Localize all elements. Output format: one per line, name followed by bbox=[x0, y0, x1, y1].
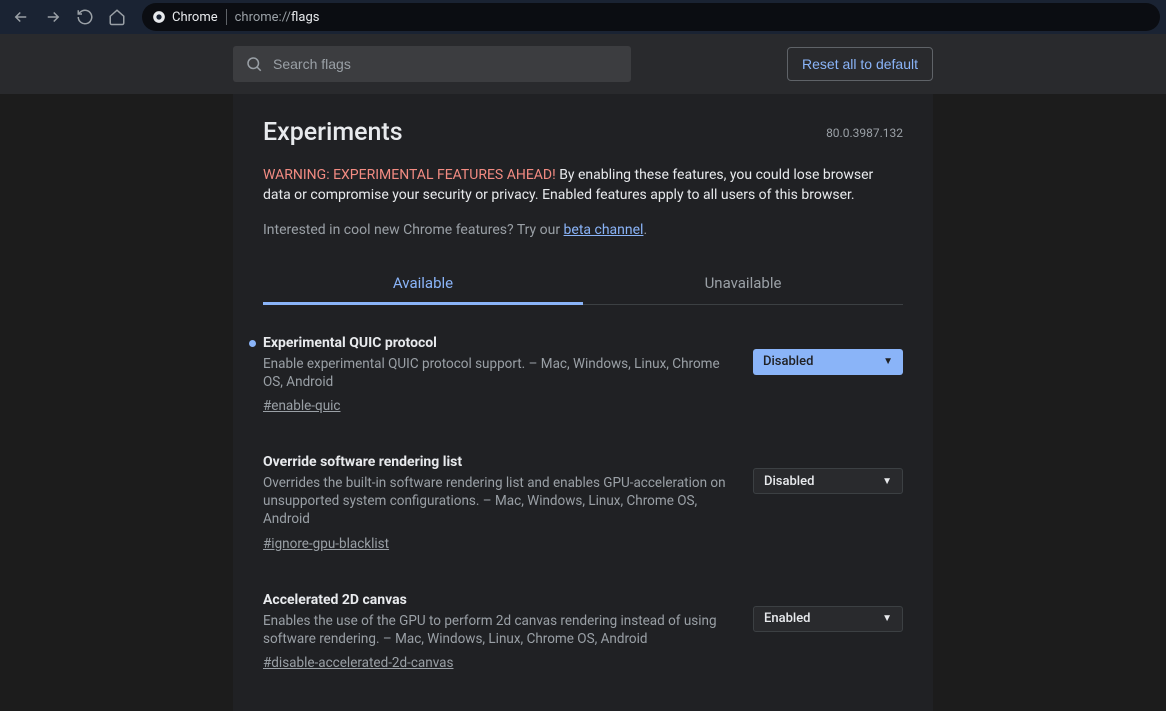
flag-state-label: Enabled bbox=[764, 611, 811, 626]
url-scheme: chrome:// bbox=[235, 10, 291, 25]
home-button[interactable] bbox=[102, 2, 132, 32]
flag-title: Override software rendering list bbox=[263, 454, 733, 470]
forward-button[interactable] bbox=[38, 2, 68, 32]
flag-permalink[interactable]: #disable-accelerated-2d-canvas bbox=[263, 655, 453, 671]
flag-title: Accelerated 2D canvas bbox=[263, 592, 733, 608]
flag-title: Experimental QUIC protocol bbox=[263, 335, 733, 351]
tabs: Available Unavailable bbox=[263, 264, 903, 305]
flag-description: Enables the use of the GPU to perform 2d… bbox=[263, 612, 733, 648]
site-identity: Chrome bbox=[152, 10, 218, 25]
back-button[interactable] bbox=[6, 2, 36, 32]
reload-icon bbox=[76, 8, 94, 26]
interested-prefix: Interested in cool new Chrome features? … bbox=[263, 222, 564, 238]
experiments-page: Experiments 80.0.3987.132 WARNING: EXPER… bbox=[233, 94, 933, 711]
flag-state-select[interactable]: Disabled ▼ bbox=[753, 468, 903, 494]
flags-header: Reset all to default bbox=[0, 34, 1166, 94]
chevron-down-icon: ▼ bbox=[882, 476, 892, 487]
flag-state-select[interactable]: Enabled ▼ bbox=[753, 606, 903, 632]
flag-permalink[interactable]: #enable-quic bbox=[263, 398, 341, 414]
url-path: flags bbox=[291, 10, 319, 25]
search-icon bbox=[245, 55, 263, 73]
omnibox-separator bbox=[226, 9, 227, 25]
tab-available[interactable]: Available bbox=[263, 264, 583, 304]
chevron-down-icon: ▼ bbox=[882, 613, 892, 624]
modified-indicator-icon bbox=[249, 340, 256, 347]
search-flags-field[interactable] bbox=[233, 46, 631, 82]
site-identity-label: Chrome bbox=[172, 10, 218, 25]
address-bar[interactable]: Chrome chrome://flags bbox=[142, 3, 1160, 31]
beta-channel-text: Interested in cool new Chrome features? … bbox=[263, 222, 903, 238]
flag-state-label: Disabled bbox=[764, 474, 814, 489]
flag-permalink[interactable]: #ignore-gpu-blacklist bbox=[263, 536, 389, 552]
beta-channel-link[interactable]: beta channel bbox=[564, 222, 644, 238]
flag-row: Accelerated 2D canvas Enables the use of… bbox=[263, 592, 903, 671]
arrow-right-icon bbox=[44, 8, 62, 26]
interested-suffix: . bbox=[643, 222, 647, 238]
search-input[interactable] bbox=[273, 56, 619, 72]
page-title: Experiments bbox=[263, 118, 403, 147]
flag-state-select[interactable]: Disabled ▼ bbox=[753, 349, 903, 375]
chrome-icon bbox=[152, 10, 166, 24]
content-area: Experiments 80.0.3987.132 WARNING: EXPER… bbox=[0, 94, 1166, 711]
reset-all-button[interactable]: Reset all to default bbox=[787, 47, 933, 81]
tab-unavailable[interactable]: Unavailable bbox=[583, 264, 903, 304]
flag-row: Experimental QUIC protocol Enable experi… bbox=[263, 335, 903, 414]
browser-toolbar: Chrome chrome://flags bbox=[0, 0, 1166, 34]
home-icon bbox=[108, 8, 126, 26]
reload-button[interactable] bbox=[70, 2, 100, 32]
url-display: chrome://flags bbox=[235, 10, 320, 25]
arrow-left-icon bbox=[12, 8, 30, 26]
flag-description: Enable experimental QUIC protocol suppor… bbox=[263, 355, 733, 391]
chrome-version: 80.0.3987.132 bbox=[826, 126, 903, 140]
flag-row: Override software rendering list Overrid… bbox=[263, 454, 903, 552]
warning-text: WARNING: EXPERIMENTAL FEATURES AHEAD! By… bbox=[263, 165, 903, 206]
flag-description: Overrides the built-in software renderin… bbox=[263, 474, 733, 529]
warning-prefix: WARNING: EXPERIMENTAL FEATURES AHEAD! bbox=[263, 167, 556, 183]
flag-state-label: Disabled bbox=[763, 354, 813, 369]
chevron-down-icon: ▼ bbox=[883, 356, 893, 367]
